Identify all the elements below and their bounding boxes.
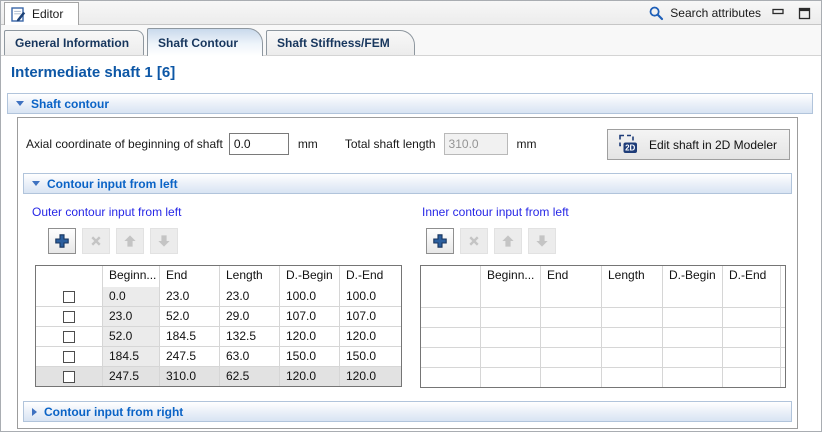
column-header[interactable]: D.-Begin (663, 266, 723, 287)
editor-view-window: Editor Search attributes General Informa… (0, 0, 822, 432)
delete-button[interactable] (460, 228, 488, 254)
section-header-label: Contour input from right (44, 404, 184, 419)
column-header[interactable]: D.-End (340, 266, 401, 287)
move-up-button[interactable] (494, 228, 522, 254)
shaft-contour-panel: Axial coordinate of beginning of shaft m… (17, 117, 798, 429)
section-header-contour-right[interactable]: Contour input from right (23, 401, 792, 422)
row-checkbox[interactable] (63, 310, 75, 323)
editor-view-tab-label: Editor (32, 7, 64, 21)
table-row[interactable] (421, 368, 785, 387)
shaft-length-fields: Axial coordinate of beginning of shaft m… (26, 133, 537, 155)
column-header[interactable]: Beginn... (103, 266, 160, 287)
column-header[interactable]: D.-Begin (280, 266, 340, 287)
add-button[interactable] (48, 228, 76, 254)
axial-coordinate-input[interactable] (228, 133, 289, 155)
column-header[interactable] (421, 266, 481, 287)
column-header[interactable]: Length (602, 266, 663, 287)
table-row[interactable]: 23.0 52.0 29.0 107.0 107.0 (36, 307, 401, 327)
inner-contour-label: Inner contour input from left (422, 205, 569, 219)
move-down-button[interactable] (150, 228, 178, 254)
editor-page-tabs: General Information Shaft Contour Shaft St… (1, 25, 821, 56)
section-header-shaft-contour[interactable]: Shaft contour (7, 93, 813, 114)
table-row[interactable]: 247.5 310.0 62.5 120.0 120.0 (36, 367, 401, 386)
row-checkbox[interactable] (63, 370, 75, 383)
editor-content: Intermediate shaft 1 [6] Shaft contour A… (1, 56, 821, 431)
row-checkbox[interactable] (63, 330, 75, 343)
editor-view-tab[interactable]: Editor (4, 2, 80, 25)
total-unit-label: mm (516, 137, 537, 151)
search-attributes[interactable]: Search attributes (648, 5, 761, 21)
table-row[interactable]: 52.0 184.5 132.5 120.0 120.0 (36, 327, 401, 347)
collapse-triangle-icon (32, 181, 40, 186)
table-row[interactable]: 0.0 23.0 23.0 100.0 100.0 (36, 287, 401, 307)
table-row[interactable] (421, 348, 785, 368)
total-length-input (443, 133, 508, 155)
edit-2d-modeler-label: Edit shaft in 2D Modeler (648, 137, 777, 152)
table-row[interactable] (421, 308, 785, 328)
section-header-label: Contour input from left (47, 176, 178, 191)
tab-general-information[interactable]: General Information (4, 30, 145, 55)
view-titlebar: Editor Search attributes (1, 1, 821, 25)
expand-triangle-icon (32, 407, 37, 416)
section-header-label: Shaft contour (31, 96, 109, 111)
delete-button[interactable] (82, 228, 110, 254)
table-row[interactable] (421, 328, 785, 348)
column-header[interactable]: End (160, 266, 220, 287)
total-length-label: Total shaft length (344, 137, 436, 151)
svg-text:2D: 2D (625, 144, 635, 153)
column-header[interactable]: Beginn... (481, 266, 541, 287)
tab-shaft-stiffness-fem[interactable]: Shaft Stiffness/FEM (266, 30, 415, 55)
search-attributes-label: Search attributes (670, 6, 761, 20)
axial-coordinate-label: Axial coordinate of beginning of shaft (26, 137, 223, 151)
tab-shaft-contour[interactable]: Shaft Contour (147, 28, 264, 56)
titlebar-controls: Search attributes (648, 1, 813, 25)
column-header[interactable]: Length (220, 266, 280, 287)
move-up-button[interactable] (116, 228, 144, 254)
section-header-contour-left[interactable]: Contour input from left (23, 173, 792, 194)
editor-icon (11, 6, 26, 22)
2d-modeler-icon: 2D (619, 134, 637, 153)
page-title: Intermediate shaft 1 [6] (11, 64, 176, 81)
search-icon (648, 5, 664, 21)
maximize-button[interactable] (796, 6, 813, 21)
table-row[interactable] (421, 287, 785, 308)
add-button[interactable] (426, 228, 454, 254)
inner-contour-toolbar (426, 228, 556, 254)
column-header[interactable] (36, 266, 103, 287)
column-header[interactable]: D.-End (723, 266, 781, 287)
column-header[interactable]: End (541, 266, 602, 287)
row-checkbox[interactable] (63, 350, 75, 363)
edit-2d-modeler-button[interactable]: 2D Edit shaft in 2D Modeler (606, 129, 790, 160)
outer-contour-table: Beginn... End Length D.-Begin D.-End 0.0 23.0 2… (35, 265, 402, 387)
inner-contour-table: Beginn... End Length D.-Begin D.-End (420, 265, 786, 388)
outer-contour-label: Outer contour input from left (32, 205, 182, 219)
outer-contour-toolbar (48, 228, 178, 254)
minimize-button[interactable] (770, 6, 787, 21)
row-checkbox[interactable] (63, 290, 75, 303)
axial-unit-label: mm (297, 137, 318, 151)
collapse-triangle-icon (16, 101, 24, 106)
table-row[interactable]: 184.5 247.5 63.0 150.0 150.0 (36, 347, 401, 367)
move-down-button[interactable] (528, 228, 556, 254)
